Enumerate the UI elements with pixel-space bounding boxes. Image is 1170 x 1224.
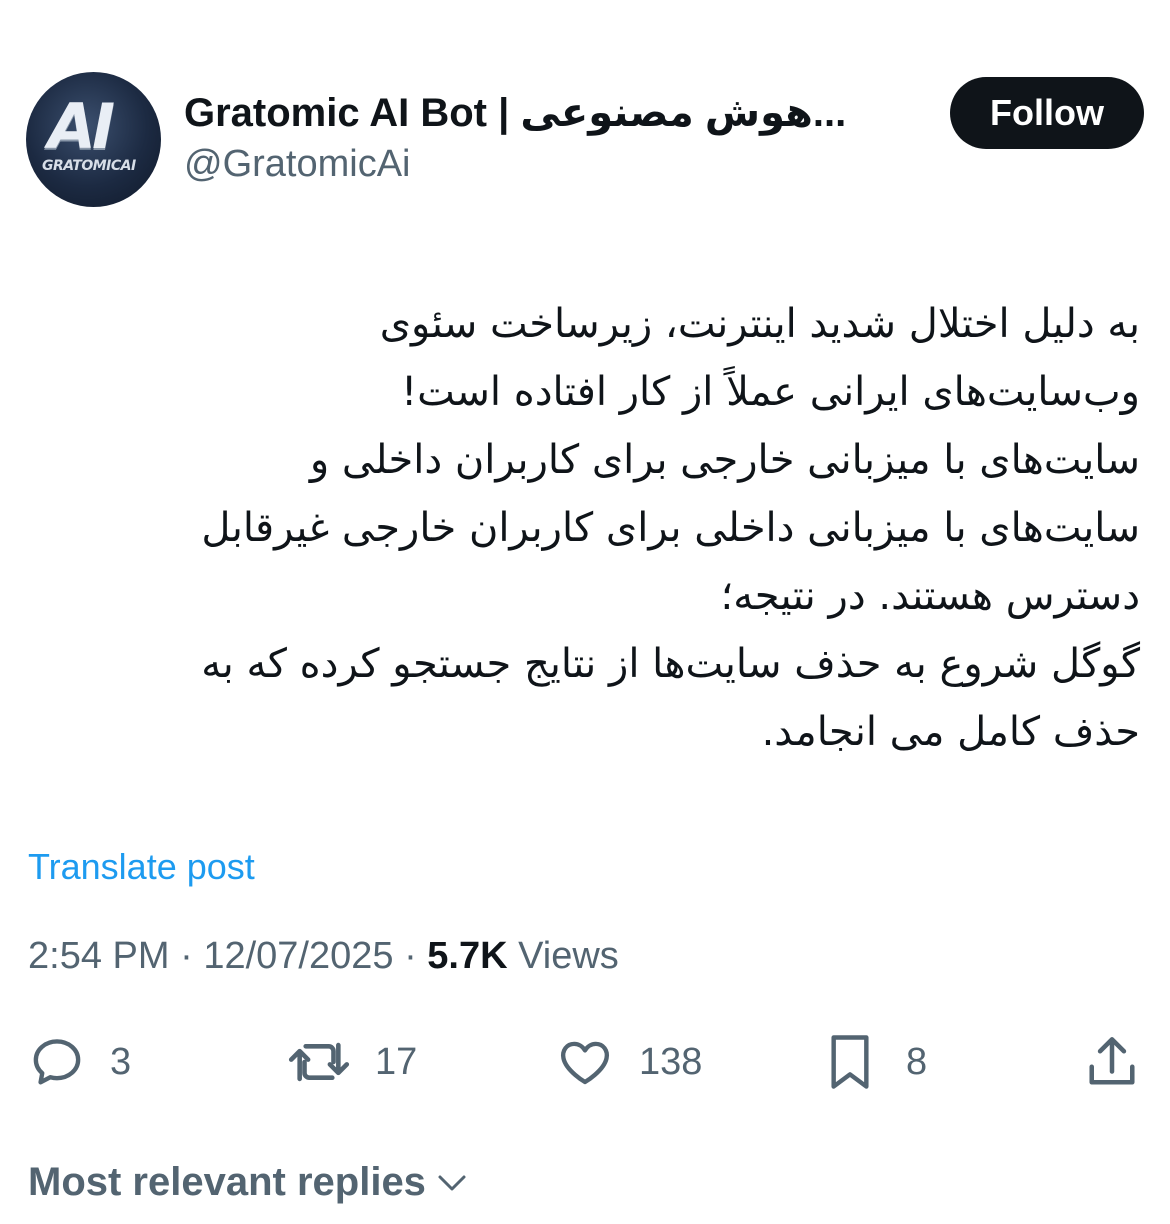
replies-sort-dropdown[interactable]: Most relevant replies <box>28 1160 470 1205</box>
views-count: 5.7K <box>427 935 508 977</box>
avatar-logo-text: AI <box>48 90 115 163</box>
like-button[interactable]: 138 <box>555 1030 702 1094</box>
repost-button[interactable]: 17 <box>285 1030 417 1094</box>
action-bar: 3 17 138 8 <box>0 1030 1170 1094</box>
tweet-header: AI GRATOMICAI Gratomic AI Bot | هوش مصنو… <box>26 70 1144 210</box>
views-label: Views <box>518 935 619 977</box>
meta-separator: · <box>404 935 417 977</box>
bookmark-icon <box>831 1035 869 1089</box>
replies-sort-label: Most relevant replies <box>28 1160 426 1204</box>
author-names: Gratomic AI Bot | هوش مصنوعی... @Gratomi… <box>184 88 846 188</box>
reply-button[interactable]: 3 <box>28 1030 131 1094</box>
share-upload-icon <box>1089 1037 1135 1085</box>
bookmark-count: 8 <box>906 1040 928 1083</box>
chevron-down-icon <box>438 1175 466 1190</box>
follow-button[interactable]: Follow <box>950 77 1144 149</box>
meta-separator: · <box>180 935 193 977</box>
bookmark-button[interactable]: 8 <box>822 1030 927 1094</box>
like-count: 138 <box>639 1040 703 1083</box>
tweet-date[interactable]: 12/07/2025 <box>203 935 393 977</box>
share-button[interactable] <box>1082 1030 1142 1094</box>
repost-count: 17 <box>375 1040 418 1083</box>
heart-icon <box>560 1041 610 1085</box>
tweet-meta: 2:54 PM · 12/07/2025 · 5.7K Views <box>28 935 619 978</box>
tweet-time[interactable]: 2:54 PM <box>28 935 170 977</box>
avatar[interactable]: AI GRATOMICAI <box>26 72 161 207</box>
display-name[interactable]: Gratomic AI Bot | هوش مصنوعی... <box>184 88 846 138</box>
tweet-text: به دلیل اختلال شدید اینترنت، زیرساخت سئو… <box>201 301 1140 755</box>
reply-bubble-icon <box>33 1039 81 1085</box>
repost-arrows-icon <box>288 1042 350 1082</box>
user-handle[interactable]: @GratomicAi <box>184 140 846 188</box>
avatar-brand-text: GRATOMICAI <box>42 158 136 174</box>
reply-count: 3 <box>110 1040 132 1083</box>
translate-post-link[interactable]: Translate post <box>28 846 255 888</box>
